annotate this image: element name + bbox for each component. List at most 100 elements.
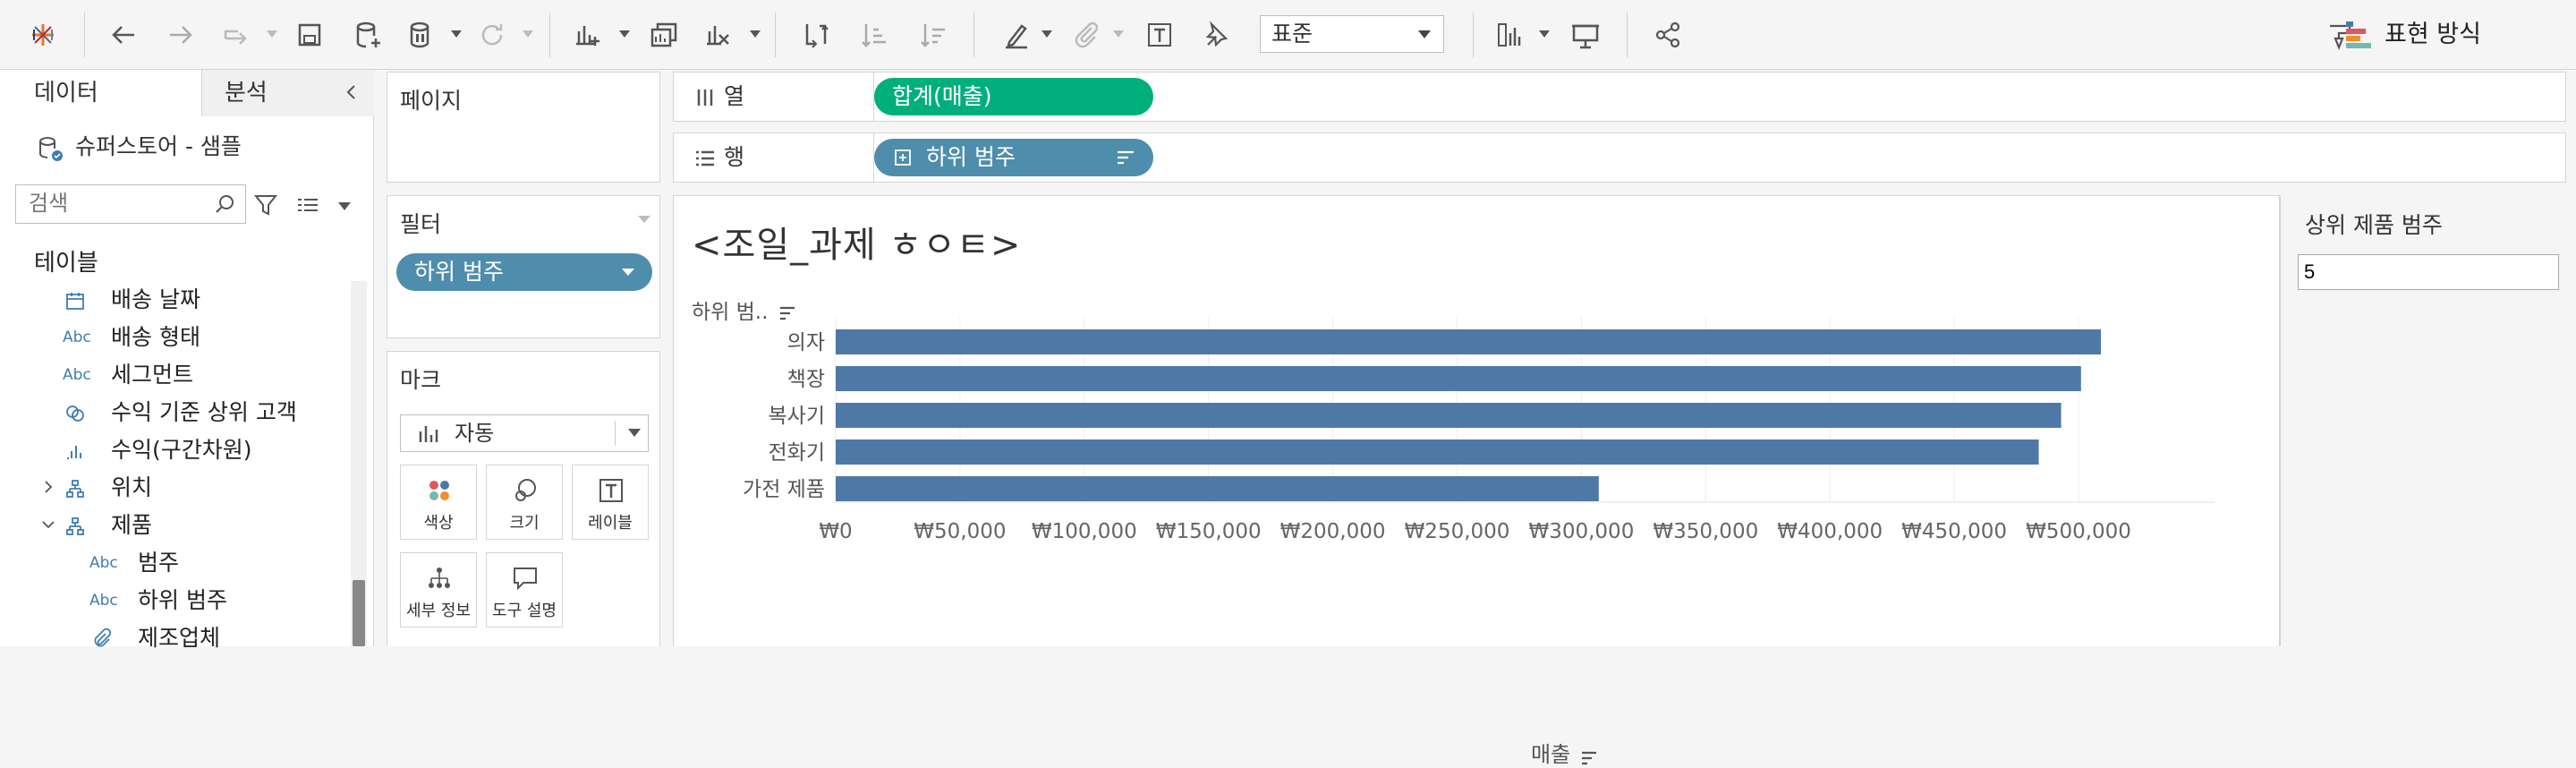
- mark-type-select[interactable]: 자동: [400, 414, 649, 452]
- category-label[interactable]: 복사기: [769, 405, 825, 428]
- chevron-down-icon[interactable]: [338, 202, 351, 210]
- clear-sheet-icon[interactable]: [700, 17, 735, 53]
- bar-chart: ₩0 ₩50,000 ₩100,000 ₩150,000 ₩200,000 ₩250,00…: [743, 317, 2215, 543]
- field-item[interactable]: 수익(구간차원): [63, 431, 252, 469]
- field-item[interactable]: 제조업체: [89, 619, 220, 657]
- bar[interactable]: [836, 366, 2081, 391]
- pin-icon[interactable]: [1197, 17, 1233, 53]
- new-datasource-icon[interactable]: [351, 17, 387, 53]
- columns-label-text: 열: [724, 83, 745, 109]
- label-icon: [599, 479, 623, 502]
- columns-shelf-label: 열: [686, 73, 874, 121]
- show-me-button[interactable]: 표현 방식: [2385, 16, 2481, 54]
- pause-updates-icon[interactable]: [404, 17, 440, 53]
- tableau-logo-icon[interactable]: [25, 17, 61, 53]
- back-icon[interactable]: [106, 17, 141, 53]
- field-item[interactable]: 위치: [39, 469, 152, 507]
- field-item[interactable]: 수익 기준 상위 고객: [63, 394, 297, 431]
- presentation-icon[interactable]: [1568, 17, 1603, 53]
- sort-asc-icon[interactable]: [855, 17, 891, 53]
- chevron-down-icon[interactable]: [39, 516, 57, 533]
- marks-title: 마크: [400, 367, 442, 393]
- bar[interactable]: [836, 403, 2062, 428]
- sort-desc-icon[interactable]: [914, 17, 950, 53]
- field-label: 세그먼트: [111, 362, 194, 388]
- chevron-down-icon[interactable]: [622, 269, 634, 276]
- duplicate-sheet-icon[interactable]: [646, 17, 682, 53]
- size-button-label: 크기: [509, 514, 540, 533]
- highlight-icon[interactable]: [999, 17, 1034, 53]
- labels-icon[interactable]: [1142, 17, 1177, 53]
- columns-pill[interactable]: 합계(매출): [874, 78, 1153, 115]
- list-view-icon[interactable]: [295, 193, 320, 218]
- filter-icon[interactable]: [252, 192, 279, 218]
- field-item[interactable]: Abc 범주: [89, 544, 179, 582]
- tooltip-icon: [514, 567, 537, 591]
- x-tick-label: ₩450,000: [1901, 520, 2007, 543]
- detail-icon: [429, 567, 450, 588]
- refresh-icon[interactable]: [474, 17, 510, 53]
- x-axis-title-wrap[interactable]: 매출: [1531, 737, 1598, 768]
- show-me-icon[interactable]: [2342, 18, 2375, 50]
- category-label[interactable]: 가전 제품: [743, 478, 825, 501]
- columns-shelf[interactable]: 열 합계(매출): [673, 72, 2566, 122]
- color-button[interactable]: 색상: [400, 465, 477, 540]
- replay-icon[interactable]: [218, 17, 254, 53]
- rows-icon: [696, 150, 714, 166]
- filters-title: 필터: [400, 211, 442, 237]
- pages-card[interactable]: 페이지: [387, 72, 660, 183]
- x-tick-label: ₩100,000: [1032, 520, 1137, 543]
- mark-type-value: 자동: [455, 421, 495, 446]
- field-item[interactable]: Abc 배송 형태: [63, 319, 200, 356]
- bar[interactable]: [836, 329, 2102, 354]
- expand-plus-icon[interactable]: [894, 149, 912, 166]
- field-label: 제품: [111, 512, 153, 538]
- section-title: 테이블: [34, 250, 98, 277]
- save-icon[interactable]: [292, 17, 327, 53]
- group-icon[interactable]: [1068, 17, 1104, 53]
- new-worksheet-icon[interactable]: [569, 17, 605, 53]
- search-input[interactable]: [15, 184, 246, 224]
- size-icon: [515, 479, 536, 501]
- x-tick-label: ₩50,000: [914, 520, 1006, 543]
- filter-pill[interactable]: 하위 범주: [396, 253, 652, 291]
- swap-icon[interactable]: [798, 17, 834, 53]
- rows-shelf-label: 행: [686, 133, 874, 182]
- collapse-pane-icon[interactable]: [342, 82, 361, 102]
- field-item[interactable]: Abc 세그먼트: [63, 356, 193, 394]
- label-button-label: 레이블: [588, 514, 633, 533]
- rows-shelf[interactable]: 행 하위 범주: [673, 132, 2566, 183]
- field-item[interactable]: Abc 하위 범주: [89, 582, 227, 619]
- rows-label-text: 행: [724, 144, 745, 170]
- chevron-down-icon[interactable]: [638, 216, 650, 223]
- parameter-input[interactable]: [2298, 254, 2559, 290]
- fit-select[interactable]: 표준: [1260, 15, 1444, 53]
- size-button[interactable]: 크기: [486, 465, 563, 540]
- category-label[interactable]: 책장: [787, 368, 825, 391]
- toolbar: 표준 표현 방식: [0, 0, 2576, 70]
- field-item[interactable]: 배송 날짜: [63, 281, 200, 319]
- category-label[interactable]: 전화기: [769, 441, 825, 465]
- share-icon[interactable]: [1650, 17, 1686, 53]
- chevron-right-icon[interactable]: [39, 478, 57, 496]
- search-icon[interactable]: [213, 192, 238, 217]
- tab-data[interactable]: 데이터: [0, 70, 201, 116]
- bar[interactable]: [836, 476, 1599, 501]
- sort-icon[interactable]: [1116, 149, 1135, 166]
- field-item[interactable]: 제품: [39, 507, 152, 544]
- field-label: 배송 날짜: [111, 286, 200, 312]
- string-type-icon: Abc: [63, 329, 91, 346]
- scrollbar-thumb[interactable]: [353, 580, 365, 646]
- color-icon: [429, 481, 449, 500]
- bar[interactable]: [836, 439, 2039, 465]
- filters-card[interactable]: 필터 하위 범주: [387, 195, 660, 338]
- label-button[interactable]: 레이블: [572, 465, 649, 540]
- sort-icon[interactable]: [1580, 750, 1598, 766]
- detail-button[interactable]: 세부 정보: [400, 552, 477, 627]
- category-label[interactable]: 의자: [787, 331, 825, 354]
- rows-pill[interactable]: 하위 범주: [874, 139, 1153, 176]
- fit-icon[interactable]: [1492, 17, 1528, 53]
- tooltip-button[interactable]: 도구 설명: [486, 552, 563, 627]
- forward-icon[interactable]: [163, 17, 199, 53]
- datasource-name[interactable]: 슈퍼스토어 - 샘플: [36, 129, 242, 165]
